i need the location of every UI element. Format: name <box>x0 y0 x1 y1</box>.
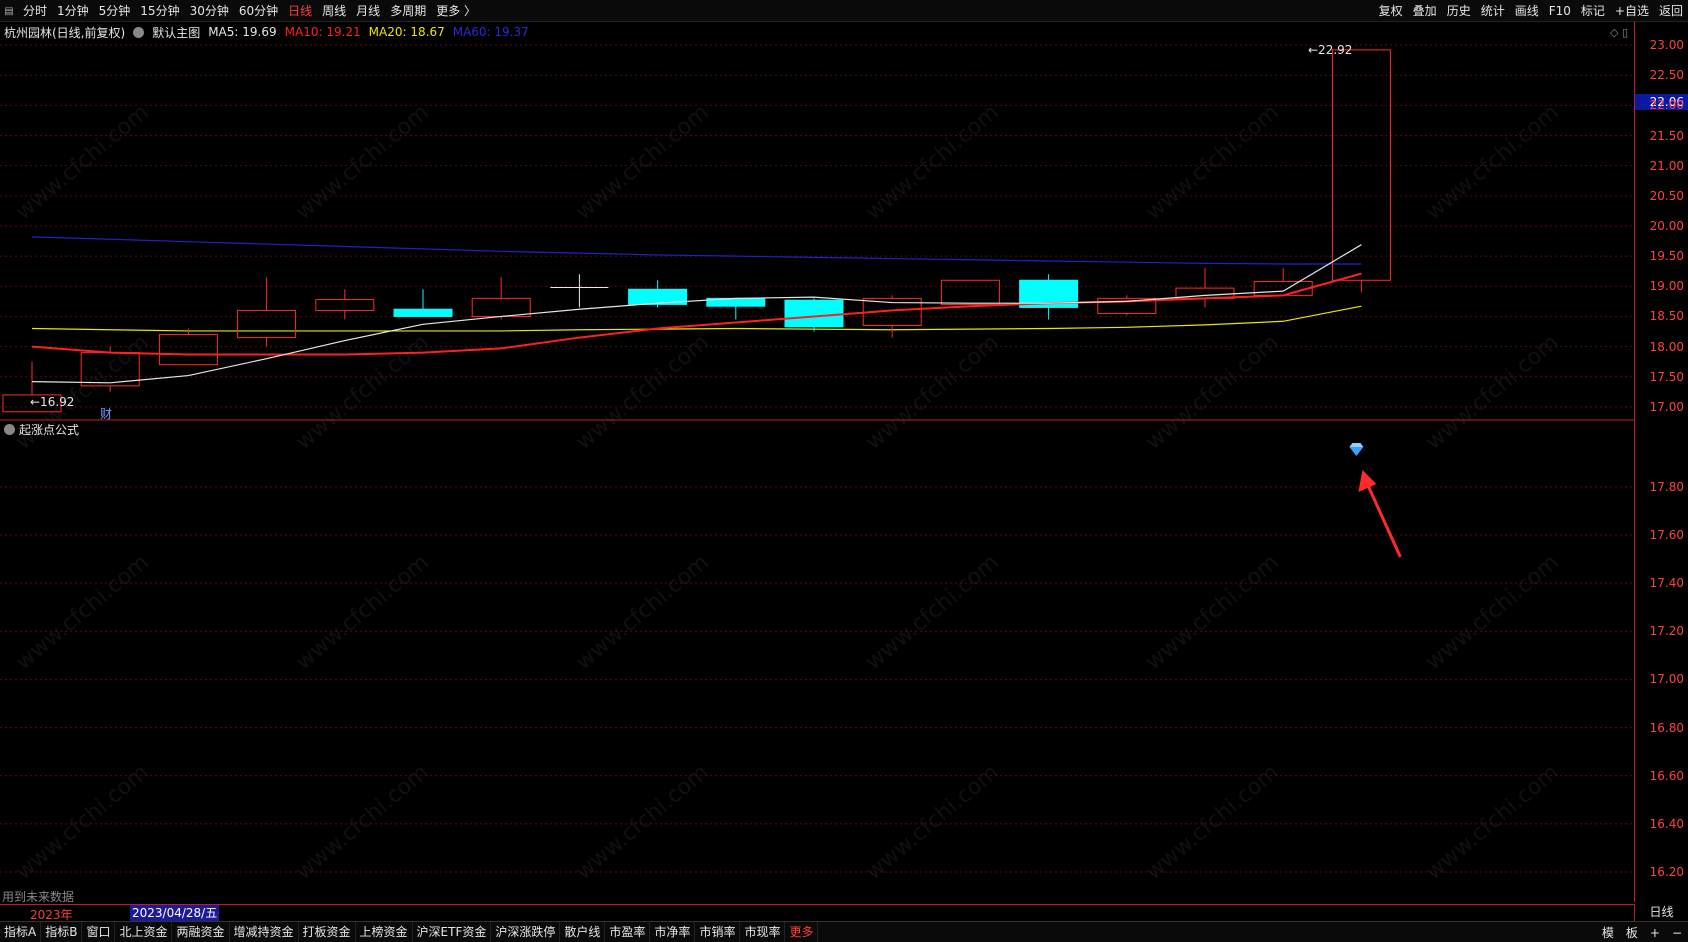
indicator-name[interactable]: 起涨点公式 <box>19 421 79 438</box>
price-tick-label: 18.50 <box>1649 309 1684 324</box>
indicator-tick-label: 17.80 <box>1649 479 1684 494</box>
future-data-note: 用到未来数据 <box>2 890 75 904</box>
price-tick-label: 17.00 <box>1649 399 1684 414</box>
bottom-control-button[interactable]: 板 <box>1620 924 1644 941</box>
bottom-tab[interactable]: 两融资金 <box>172 922 230 942</box>
price-tick-label: 21.50 <box>1649 128 1684 143</box>
bottom-tab[interactable]: 打板资金 <box>299 922 356 942</box>
candle-body[interactable] <box>940 279 1000 305</box>
period-tab[interactable]: 月线 <box>351 0 385 22</box>
candlestick-chart[interactable] <box>0 22 1634 902</box>
bottom-control-button[interactable]: − <box>1666 926 1688 940</box>
period-tab[interactable]: 多周期 <box>385 0 431 22</box>
bottom-tab[interactable]: 指标B <box>41 922 83 942</box>
candle-body[interactable] <box>237 309 297 339</box>
candle-body[interactable] <box>1331 49 1391 281</box>
finance-marker[interactable]: 财 <box>100 405 112 422</box>
toolbar-button[interactable]: 统计 <box>1476 0 1510 22</box>
bottom-tab[interactable]: 市盈率 <box>605 922 651 942</box>
indicator-toggle-icon[interactable] <box>4 423 15 435</box>
toolbar-right: 复权 叠加 历史 统计 画线 F10 标记 +自选 返回 <box>1374 0 1688 22</box>
bottom-tabs: 指标A 指标B 窗口 北上资金 两融资金 增减持资金 打板资金 上榜资金 沪深ETF资金 沪深涨跌… <box>0 922 819 942</box>
candle-body[interactable] <box>784 299 844 328</box>
period-tab[interactable]: 5分钟 <box>94 0 136 22</box>
toolbar-button[interactable]: 返回 <box>1654 0 1688 22</box>
toolbar-button[interactable]: F10 <box>1544 0 1576 22</box>
indicator-tick-label: 17.00 <box>1649 672 1684 687</box>
ma20-line <box>31 305 1362 332</box>
price-tick-label: 21.00 <box>1649 158 1684 173</box>
candle-body[interactable] <box>158 334 218 366</box>
indicator-tick-label: 17.60 <box>1649 527 1684 542</box>
candle-body[interactable] <box>1253 280 1313 296</box>
bottom-tab[interactable]: 沪深ETF资金 <box>413 922 492 942</box>
indicator-row: 起涨点公式 <box>0 420 79 438</box>
period-tab[interactable]: 周线 <box>317 0 351 22</box>
bottom-tab[interactable]: 沪深涨跌停 <box>491 922 561 942</box>
bottom-tab[interactable]: 散户线 <box>560 922 606 942</box>
bottom-tab[interactable]: 更多 <box>785 922 819 942</box>
bottom-tab[interactable]: 增减持资金 <box>230 922 299 942</box>
bottom-toolbar: 指标A 指标B 窗口 北上资金 两融资金 增减持资金 打板资金 上榜资金 沪深ETF资金 沪深涨跌… <box>0 921 1688 942</box>
bottom-control-button[interactable]: 模 <box>1596 924 1620 941</box>
candle-body[interactable] <box>471 297 531 317</box>
ma5-line <box>31 244 1362 384</box>
bottom-tab[interactable]: 市现率 <box>740 922 786 942</box>
signal-diamond-icon[interactable] <box>1349 447 1364 456</box>
period-tab[interactable]: 日线 <box>283 0 317 22</box>
indicator-tick-label: 16.80 <box>1649 720 1684 735</box>
period-tab[interactable]: 分时 <box>18 0 52 22</box>
period-tabs: 分时 1分钟 5分钟 15分钟 30分钟 60分钟 日线 周线 月线 多周期 更多 〉 <box>18 0 481 22</box>
candle-body[interactable] <box>393 308 453 317</box>
bottom-control-button[interactable]: + <box>1644 926 1666 940</box>
toolbar-button[interactable]: 叠加 <box>1408 0 1442 22</box>
top-toolbar: ▤ 分时 1分钟 5分钟 15分钟 30分钟 60分钟 日线 周线 月线 多周期 更多 〉 复权 叠加… <box>0 0 1688 22</box>
bottom-tab[interactable]: 指标A <box>0 922 42 942</box>
period-label[interactable]: 日线 <box>1634 904 1688 921</box>
arrow-line <box>1365 481 1402 558</box>
ma10-line <box>31 272 1362 356</box>
bottom-tab[interactable]: 市销率 <box>695 922 741 942</box>
period-tab[interactable]: 更多 〉 <box>431 0 481 22</box>
period-tab[interactable]: 30分钟 <box>185 0 234 22</box>
price-tick-label: 23.00 <box>1649 38 1684 53</box>
price-axis: 22.06 23.00 22.50 22.00 21.50 21.00 20.50 20.0… <box>1634 22 1688 902</box>
toolbar-button[interactable]: +自选 <box>1610 0 1654 22</box>
toolbar-button[interactable]: 标记 <box>1576 0 1610 22</box>
period-tab[interactable]: 15分钟 <box>135 0 184 22</box>
indicator-tick-label: 16.60 <box>1649 768 1684 783</box>
candle-body[interactable] <box>315 299 375 311</box>
period-tab[interactable]: 60分钟 <box>234 0 283 22</box>
price-tick-label: 17.50 <box>1649 369 1684 384</box>
price-tick-label: 18.00 <box>1649 339 1684 354</box>
bottom-tab[interactable]: 北上资金 <box>115 922 173 942</box>
menu-icon[interactable]: ▤ <box>0 0 18 22</box>
toolbar-button[interactable]: 复权 <box>1374 0 1408 22</box>
price-tick-label: 20.00 <box>1649 218 1684 233</box>
price-tick-label: 19.00 <box>1649 279 1684 294</box>
arrow-head-icon <box>1358 470 1377 492</box>
price-tick-label: 19.50 <box>1649 249 1684 264</box>
signal-diamond-top <box>1349 443 1364 447</box>
low-price-label: ←16.92 <box>30 395 75 409</box>
high-price-label: ←22.92 <box>1308 43 1353 57</box>
bottom-tab[interactable]: 市净率 <box>650 922 696 942</box>
bottom-tab[interactable]: 窗口 <box>82 922 116 942</box>
price-tick-label: 22.00 <box>1649 98 1684 113</box>
indicator-tick-label: 17.40 <box>1649 576 1684 591</box>
price-tick-label: 22.50 <box>1649 68 1684 83</box>
toolbar-button[interactable]: 历史 <box>1442 0 1476 22</box>
period-tab[interactable]: 1分钟 <box>52 0 94 22</box>
bottom-tab[interactable]: 上榜资金 <box>356 922 413 942</box>
date-bar: 2023年 2023/04/28/五 <box>0 904 1634 922</box>
indicator-tick-label: 16.20 <box>1649 864 1684 879</box>
indicator-tick-label: 17.20 <box>1649 624 1684 639</box>
bottom-right-controls: 模板 + − <box>1596 922 1688 942</box>
ma60-line <box>31 236 1362 265</box>
selected-date: 2023/04/28/五 <box>130 905 220 921</box>
indicator-tick-label: 16.40 <box>1649 816 1684 831</box>
price-tick-label: 20.50 <box>1649 188 1684 203</box>
toolbar-button[interactable]: 画线 <box>1510 0 1544 22</box>
